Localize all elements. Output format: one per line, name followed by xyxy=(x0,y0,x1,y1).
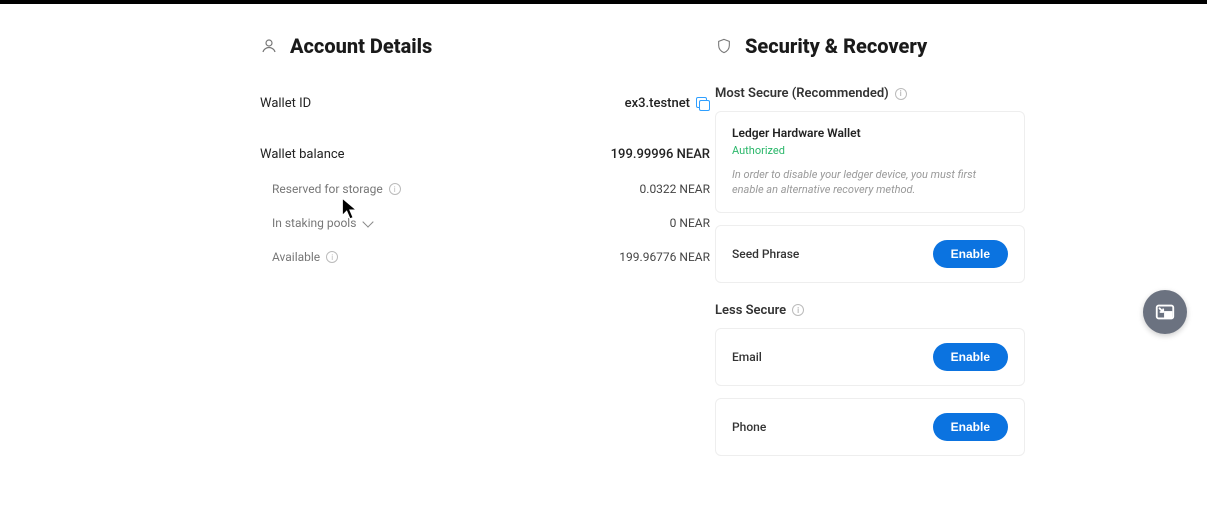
less-secure-subtitle: Less Secure i xyxy=(715,303,1025,318)
wallet-id-value: ex3.testnet xyxy=(625,96,690,111)
wallet-balance-row: Wallet balance 199.99996 NEAR xyxy=(260,137,710,172)
ledger-status: Authorized xyxy=(732,144,1008,157)
seed-phrase-label: Seed Phrase xyxy=(732,247,799,261)
copy-icon[interactable] xyxy=(696,97,710,111)
wallet-balance-label: Wallet balance xyxy=(260,147,345,162)
staking-label: In staking pools xyxy=(272,216,356,230)
reserved-value: 0.0322 NEAR xyxy=(640,182,710,196)
chevron-down-icon xyxy=(363,216,374,227)
info-icon[interactable]: i xyxy=(389,183,401,195)
account-details-title: Account Details xyxy=(290,34,432,58)
phone-label: Phone xyxy=(732,420,766,434)
phone-card: Phone Enable xyxy=(715,398,1025,456)
account-details-header: Account Details xyxy=(260,34,710,58)
wallet-balance-value: 199.99996 NEAR xyxy=(611,147,710,162)
info-icon[interactable]: i xyxy=(895,88,907,100)
user-icon xyxy=(260,37,278,55)
available-value: 199.96776 NEAR xyxy=(619,250,710,264)
shield-icon xyxy=(715,37,733,55)
info-icon[interactable]: i xyxy=(326,251,338,263)
account-details-section: Account Details Wallet ID ex3.testnet Wa… xyxy=(260,34,710,468)
ledger-title: Ledger Hardware Wallet xyxy=(732,126,1008,140)
main-container: Account Details Wallet ID ex3.testnet Wa… xyxy=(0,4,1207,468)
security-title: Security & Recovery xyxy=(745,34,927,58)
info-icon[interactable]: i xyxy=(792,304,804,316)
ledger-card: Ledger Hardware Wallet Authorized In ord… xyxy=(715,111,1025,213)
enable-seed-phrase-button[interactable]: Enable xyxy=(933,240,1008,268)
balance-breakdown: Reserved for storage i 0.0322 NEAR In st… xyxy=(260,172,710,274)
enable-phone-button[interactable]: Enable xyxy=(933,413,1008,441)
email-label: Email xyxy=(732,350,762,364)
ledger-desc: In order to disable your ledger device, … xyxy=(732,167,1008,198)
reserved-row: Reserved for storage i 0.0322 NEAR xyxy=(272,172,710,206)
staking-row[interactable]: In staking pools 0 NEAR xyxy=(272,206,710,240)
most-secure-label: Most Secure (Recommended) xyxy=(715,86,889,101)
available-row: Available i 199.96776 NEAR xyxy=(272,240,710,274)
security-header: Security & Recovery xyxy=(715,34,1025,58)
security-section: Security & Recovery Most Secure (Recomme… xyxy=(715,34,1025,468)
less-secure-label: Less Secure xyxy=(715,303,786,318)
enable-email-button[interactable]: Enable xyxy=(933,343,1008,371)
wallet-id-row: Wallet ID ex3.testnet xyxy=(260,86,710,121)
most-secure-subtitle: Most Secure (Recommended) i xyxy=(715,86,1025,101)
staking-value: 0 NEAR xyxy=(670,216,710,230)
pip-button[interactable] xyxy=(1143,290,1187,334)
available-label: Available xyxy=(272,250,320,264)
seed-phrase-card: Seed Phrase Enable xyxy=(715,225,1025,283)
reserved-label: Reserved for storage xyxy=(272,182,383,196)
email-card: Email Enable xyxy=(715,328,1025,386)
wallet-id-label: Wallet ID xyxy=(260,96,311,111)
